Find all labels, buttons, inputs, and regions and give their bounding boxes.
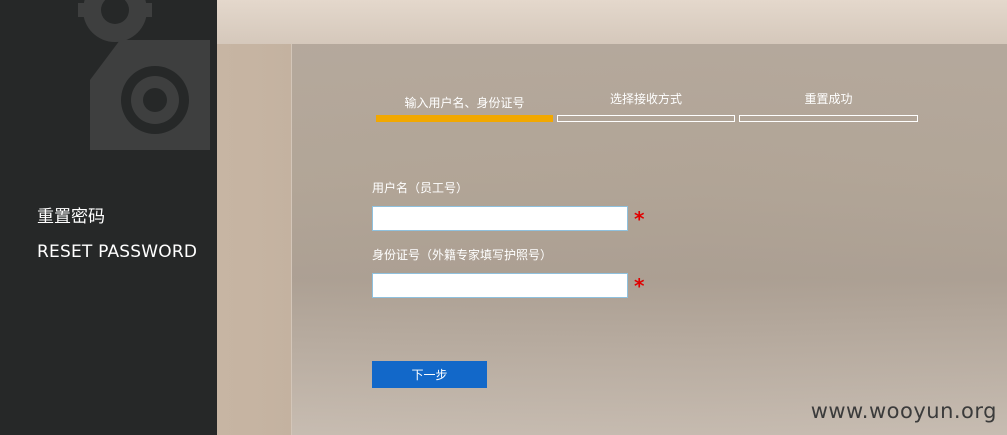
id-number-label: 身份证号（外籍专家填写护照号） bbox=[372, 248, 553, 262]
sidebar-title: 重置密码 bbox=[37, 207, 105, 227]
step-2-label: 选择接收方式 bbox=[609, 92, 682, 106]
step-2-bar bbox=[557, 115, 735, 122]
username-label: 用户名（员工号） bbox=[372, 181, 469, 195]
step-3: 重置成功 bbox=[739, 90, 918, 130]
next-step-button[interactable]: 下一步 bbox=[372, 361, 487, 388]
id-number-input[interactable] bbox=[372, 273, 628, 298]
top-background bbox=[217, 0, 1007, 44]
step-3-bar bbox=[739, 115, 918, 122]
username-required-mark: * bbox=[634, 207, 645, 231]
gear-icon bbox=[60, 0, 217, 170]
step-1-label: 输入用户名、身份证号 bbox=[404, 96, 525, 110]
sidebar-subtitle: RESET PASSWORD bbox=[37, 242, 198, 262]
step-1: 输入用户名、身份证号 bbox=[376, 90, 553, 130]
watermark: www.wooyun.org bbox=[810, 399, 997, 423]
id-number-required-mark: * bbox=[634, 274, 645, 298]
sidebar: 重置密码 RESET PASSWORD bbox=[0, 0, 217, 435]
step-3-label: 重置成功 bbox=[804, 92, 853, 106]
step-2: 选择接收方式 bbox=[557, 90, 735, 130]
step-1-bar bbox=[376, 115, 553, 122]
step-progress: 输入用户名、身份证号 选择接收方式 重置成功 bbox=[376, 90, 921, 130]
username-input[interactable] bbox=[372, 206, 628, 231]
reset-panel: 输入用户名、身份证号 选择接收方式 重置成功 用户名（员工号） * 身份证号（外… bbox=[292, 44, 1007, 435]
